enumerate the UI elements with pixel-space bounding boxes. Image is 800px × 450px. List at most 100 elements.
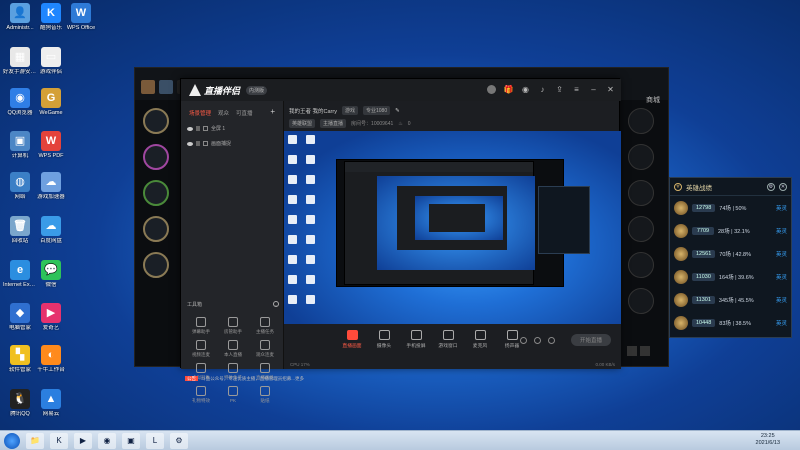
footer-button[interactable] xyxy=(627,346,637,356)
taskbar-app-icon[interactable]: L xyxy=(146,432,164,449)
category-pill[interactable]: 游戏 xyxy=(341,106,358,115)
source-button[interactable]: 游戏窗口 xyxy=(438,330,458,349)
start-live-button[interactable]: 开始直播 xyxy=(571,334,611,346)
friend-avatar[interactable] xyxy=(628,180,654,206)
settings-icon[interactable] xyxy=(548,337,555,344)
close-icon[interactable]: ✕ xyxy=(779,182,787,191)
desktop-icon[interactable]: ◆ 电脑管家 xyxy=(3,303,37,331)
desktop-icon[interactable]: e Internet Explorer xyxy=(3,260,37,288)
desktop-icon[interactable]: ◍ 网络 xyxy=(3,172,37,200)
champion-avatar[interactable] xyxy=(143,180,169,206)
room-tag[interactable]: 英雄联盟 xyxy=(289,119,316,128)
friend-avatar[interactable] xyxy=(628,216,654,242)
stream-preview[interactable] xyxy=(284,131,621,324)
notice-bar[interactable]: 公告 斗鱼公众号，专注优质主播，直播管理员招募...更多 xyxy=(185,376,304,382)
desktop-icon[interactable]: ▚ 软件管家 xyxy=(3,345,37,373)
lock-icon[interactable] xyxy=(196,126,200,131)
eye-icon[interactable] xyxy=(187,126,193,131)
store-tab[interactable]: 商城 xyxy=(646,95,660,105)
champion-avatar[interactable] xyxy=(143,108,169,134)
edit-icon[interactable]: ✎ xyxy=(395,108,400,114)
tool-item[interactable]: 房管助手 xyxy=(217,317,249,335)
desktop-icon[interactable]: ▶ 爱奇艺 xyxy=(34,303,68,331)
stat-detail-link[interactable]: 英灵 xyxy=(776,296,787,304)
user-avatar-icon[interactable] xyxy=(487,85,496,94)
bell-icon[interactable]: ♪ xyxy=(538,85,547,94)
taskbar-app-icon[interactable]: 📁 xyxy=(26,432,44,449)
friend-avatar[interactable] xyxy=(628,252,654,278)
desktop-icon[interactable]: 👤 Administr... xyxy=(3,3,37,31)
menu-icon[interactable]: ≡ xyxy=(572,85,581,94)
quality-pill[interactable]: 专业1080 xyxy=(363,106,391,115)
stat-detail-link[interactable]: 英灵 xyxy=(776,204,787,212)
desktop-icon[interactable]: ▭ 游戏伴侣 xyxy=(34,47,68,75)
scene-item[interactable]: 全屏 1 xyxy=(181,121,283,136)
taskbar-app-icon[interactable]: K xyxy=(50,432,68,449)
desktop-icon[interactable]: ◉ QQ浏览器 xyxy=(3,88,37,116)
start-button[interactable] xyxy=(4,432,20,449)
tab-live[interactable]: 可直播 xyxy=(236,109,253,117)
share-icon[interactable]: ⇪ xyxy=(555,85,564,94)
source-button[interactable]: 直播画面 xyxy=(342,330,362,349)
desktop-icon[interactable]: ▲ 网易云 xyxy=(34,389,68,417)
tool-item[interactable]: 本人直播 xyxy=(217,340,249,358)
desktop-icon[interactable]: W WPS PDF xyxy=(34,131,68,159)
stat-detail-link[interactable]: 英灵 xyxy=(776,319,787,327)
desktop-icon[interactable]: G WeGame xyxy=(34,88,68,116)
friend-avatar[interactable] xyxy=(628,144,654,170)
taskbar-app-icon[interactable]: ⚙ xyxy=(170,432,188,449)
tool-item[interactable]: 礼物特效 xyxy=(185,386,217,404)
gift-icon[interactable]: 🎁 xyxy=(504,85,514,94)
taskbar-app-icon[interactable]: ◉ xyxy=(98,432,116,449)
desktop-icon[interactable]: ▦ 好友手游安全问题表 xyxy=(3,47,37,75)
tool-item[interactable]: 弹幕助手 xyxy=(185,317,217,335)
source-button[interactable]: 手机投屏 xyxy=(406,330,426,349)
champion-avatar[interactable] xyxy=(143,252,169,278)
avatar[interactable] xyxy=(141,80,155,94)
tool-item[interactable]: 贴纸 xyxy=(249,386,281,404)
desktop-icon[interactable]: ☁ 百度网盘 xyxy=(34,216,68,244)
add-scene-button[interactable]: + xyxy=(270,108,275,117)
tool-item[interactable]: 主播任务 xyxy=(249,317,281,335)
stream-app-window[interactable]: 直播伴侣 内测版 🎁 ◉ ♪ ⇪ ≡ – ✕ 场景管理 观众 可直播 + 全屏 … xyxy=(180,78,621,403)
taskbar-app-icon[interactable]: ▶ xyxy=(74,432,92,449)
scene-item[interactable]: 画面捕捉 xyxy=(181,136,283,151)
tab-scenes[interactable]: 场景管理 xyxy=(189,109,211,117)
stat-detail-link[interactable]: 英灵 xyxy=(776,227,787,235)
close-icon[interactable]: ✕ xyxy=(606,85,615,94)
eye-icon[interactable] xyxy=(187,141,193,146)
desktop-icon[interactable]: ◐ 千牛工作台 xyxy=(34,345,68,373)
desktop-icon[interactable]: 💬 微信 xyxy=(34,260,68,288)
tool-item[interactable]: 观众连麦 xyxy=(249,340,281,358)
desktop-icon[interactable]: K 酷狗音乐 xyxy=(34,3,68,31)
system-clock[interactable]: 23:25 2021/6/13 xyxy=(756,433,780,447)
champion-avatar[interactable] xyxy=(143,216,169,242)
minimize-icon[interactable]: – xyxy=(589,85,598,94)
info-icon[interactable] xyxy=(534,337,541,344)
source-button[interactable]: 麦克风 xyxy=(470,330,490,349)
friend-avatar[interactable] xyxy=(628,108,654,134)
footer-button[interactable] xyxy=(640,346,650,356)
tool-item[interactable]: 视频连麦 xyxy=(185,340,217,358)
friend-avatar[interactable] xyxy=(628,288,654,314)
stat-detail-link[interactable]: 英灵 xyxy=(776,273,787,281)
taskbar-app-icon[interactable]: ▣ xyxy=(122,432,140,449)
room-tag[interactable]: 主播直播 xyxy=(320,119,347,128)
desktop-icon[interactable]: 🗑 回收站 xyxy=(3,216,37,244)
toolbox-more-icon[interactable]: – xyxy=(273,301,279,307)
champion-avatar[interactable] xyxy=(143,144,169,170)
lock-icon[interactable] xyxy=(196,141,200,146)
camera-toggle-icon[interactable] xyxy=(520,337,527,344)
source-button[interactable]: 摄像头 xyxy=(374,330,394,349)
source-button[interactable]: 扬声器 xyxy=(502,330,522,349)
desktop-icon[interactable]: 🐧 腾讯QQ xyxy=(3,389,37,417)
desktop-icon[interactable]: ☁ 游戏加速器 xyxy=(34,172,68,200)
desktop-icon[interactable]: W WPS Office xyxy=(64,3,98,31)
avatar[interactable] xyxy=(159,80,173,94)
tool-item[interactable]: PK xyxy=(217,386,249,404)
desktop-icon[interactable]: ▣ 计算机 xyxy=(3,131,37,159)
room-name[interactable]: 我的王者 我的Carry xyxy=(289,107,337,115)
stat-detail-link[interactable]: 英灵 xyxy=(776,250,787,258)
tab-audience[interactable]: 观众 xyxy=(218,109,229,117)
settings-icon[interactable]: ⚙ xyxy=(767,182,775,191)
